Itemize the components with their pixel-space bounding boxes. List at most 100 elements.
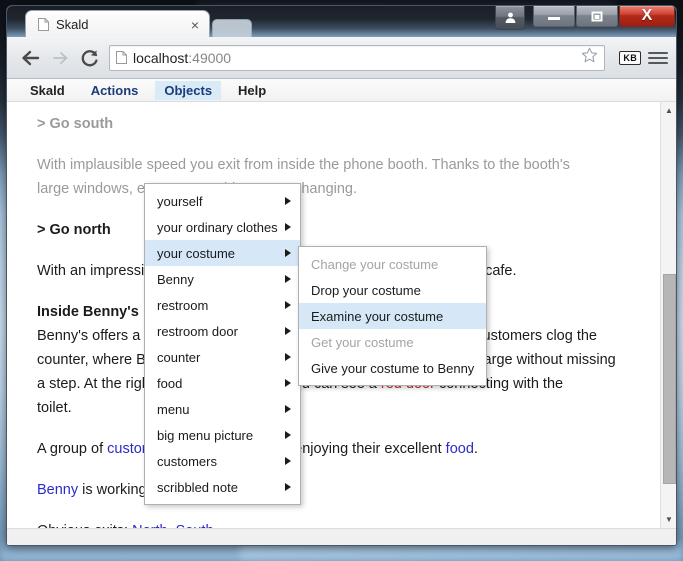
submenu-arrow-icon (285, 275, 291, 283)
close-label: X (641, 7, 653, 24)
submenu-arrow-icon (285, 301, 291, 309)
submenu-arrow-icon (285, 249, 291, 257)
maximize-icon (591, 11, 603, 21)
submenu-item-examine-your-costume[interactable]: Examine your costume (299, 303, 486, 329)
back-arrow-icon (21, 50, 39, 65)
menu-item-menu[interactable]: menu (145, 396, 300, 422)
scroll-down-arrow-icon[interactable]: ▼ (661, 511, 676, 528)
menu-item-restroom-door[interactable]: restroom door (145, 318, 300, 344)
star-glyph (582, 47, 598, 63)
hamburger-line (648, 51, 668, 54)
hamburger-line (648, 56, 668, 59)
menu-item-label: restroom (157, 297, 209, 313)
address-bar[interactable]: localhost:49000 (109, 44, 606, 71)
menu-item-customers[interactable]: customers (145, 448, 300, 474)
menu-item-label: counter (157, 349, 201, 365)
scroll-up-arrow-icon[interactable]: ▲ (661, 102, 676, 119)
hamburger-line (648, 61, 668, 64)
tab-skald[interactable]: Skald × (25, 10, 210, 38)
link-food[interactable]: food (446, 441, 474, 457)
paragraph-exits: Obvious exits: North, South (37, 519, 638, 528)
menu-item-label: yourself (157, 193, 203, 209)
submenu-arrow-icon (285, 197, 291, 205)
link-benny[interactable]: Benny (37, 482, 78, 498)
chrome-menu-icon[interactable] (648, 51, 668, 64)
menu-item-label: Change your costume (311, 256, 439, 272)
submenu-arrow-icon (285, 353, 291, 361)
menu-item-label: scribbled note (157, 479, 238, 495)
minimize-icon (548, 17, 560, 20)
url-port: :49000 (188, 49, 232, 66)
browser-toolbar: localhost:49000 KB (7, 37, 676, 79)
tab-title: Skald (56, 17, 89, 32)
forward-button[interactable] (45, 43, 75, 73)
menu-item-benny[interactable]: Benny (145, 266, 300, 292)
submenu-item-drop-your-costume[interactable]: Drop your costume (299, 277, 486, 303)
menu-item-scribbled-note[interactable]: scribbled note (145, 474, 300, 500)
reload-button[interactable] (75, 43, 105, 73)
paragraph-south-line1: With implausible speed you exit from ins… (37, 157, 570, 173)
extension-kb-button[interactable]: KB (619, 50, 641, 65)
maximize-button[interactable] (576, 6, 618, 27)
menu-item-yourself[interactable]: yourself (145, 188, 300, 214)
costume-submenu[interactable]: Change your costume Drop your costume Ex… (298, 246, 487, 386)
paragraph-customers: A group of customers are sitting around … (37, 437, 638, 461)
menu-item-label: food (157, 375, 183, 391)
tab-close-icon[interactable]: × (191, 17, 199, 33)
menu-item-label: big menu picture (157, 427, 254, 443)
horizontal-scrollbar[interactable] (7, 528, 676, 545)
menu-item-your-costume[interactable]: your costume (145, 240, 300, 266)
submenu-arrow-icon (285, 223, 291, 231)
tab-strip: Skald × X (7, 6, 676, 38)
command-echo-north: > Go north (37, 222, 111, 238)
user-account-icon[interactable] (495, 6, 525, 30)
forward-arrow-icon (52, 51, 67, 64)
menubar-item-help[interactable]: Help (229, 81, 275, 100)
menu-item-label: Examine your costume (311, 308, 444, 324)
menu-item-label: Benny (157, 271, 194, 287)
minimize-button[interactable] (533, 6, 575, 27)
new-tab-button[interactable] (212, 19, 252, 38)
menu-item-your-ordinary-clothes[interactable]: your ordinary clothes (145, 214, 300, 240)
command-echo-south: > Go south (37, 116, 114, 132)
menu-item-label: your costume (157, 245, 236, 261)
menu-item-label: customers (157, 453, 217, 469)
window-controls: X (495, 6, 675, 30)
submenu-arrow-icon (285, 405, 291, 413)
menu-item-restroom[interactable]: restroom (145, 292, 300, 318)
menu-item-counter[interactable]: counter (145, 344, 300, 370)
browser-window: Skald × X localhost:49000 KB Skald Actio… (6, 5, 677, 546)
menu-item-label: your ordinary clothes (157, 219, 278, 235)
url-host: localhost (133, 49, 189, 66)
menu-item-big-menu-picture[interactable]: big menu picture (145, 422, 300, 448)
submenu-arrow-icon (285, 431, 291, 439)
room-title: Inside Benny's (37, 304, 139, 320)
menubar-item-actions[interactable]: Actions (82, 81, 148, 100)
close-button[interactable]: X (619, 6, 675, 27)
vertical-scrollbar[interactable]: ▲ ▼ (660, 102, 676, 528)
menubar-item-skald[interactable]: Skald (21, 81, 74, 100)
room-line4: toilet. (37, 400, 72, 416)
menu-item-label: Give your costume to Benny (311, 360, 475, 376)
address-bar-text: localhost:49000 (133, 50, 231, 66)
page-favicon-icon (38, 18, 49, 31)
user-silhouette-icon (505, 12, 515, 23)
submenu-arrow-icon (285, 327, 291, 335)
paragraph-south: With implausible speed you exit from ins… (37, 153, 638, 201)
customers-text-c: . (473, 441, 478, 457)
reload-icon (81, 49, 98, 66)
back-button[interactable] (15, 43, 45, 73)
page-favicon-icon (116, 51, 127, 64)
vertical-scrollbar-thumb[interactable] (663, 274, 676, 484)
menubar-item-objects[interactable]: Objects (155, 80, 222, 100)
submenu-item-change-your-costume: Change your costume (299, 251, 486, 277)
submenu-item-give-your-costume-to-benny[interactable]: Give your costume to Benny (299, 355, 486, 381)
menu-item-label: Drop your costume (311, 282, 421, 298)
bookmark-star-icon[interactable] (581, 47, 598, 68)
objects-dropdown-menu[interactable]: yourself your ordinary clothes your cost… (144, 183, 301, 505)
menu-item-food[interactable]: food (145, 370, 300, 396)
submenu-arrow-icon (285, 379, 291, 387)
paragraph-benny: Benny is working behind the counter. (37, 478, 638, 502)
submenu-item-get-your-costume: Get your costume (299, 329, 486, 355)
customers-text-a: A group of (37, 441, 108, 457)
